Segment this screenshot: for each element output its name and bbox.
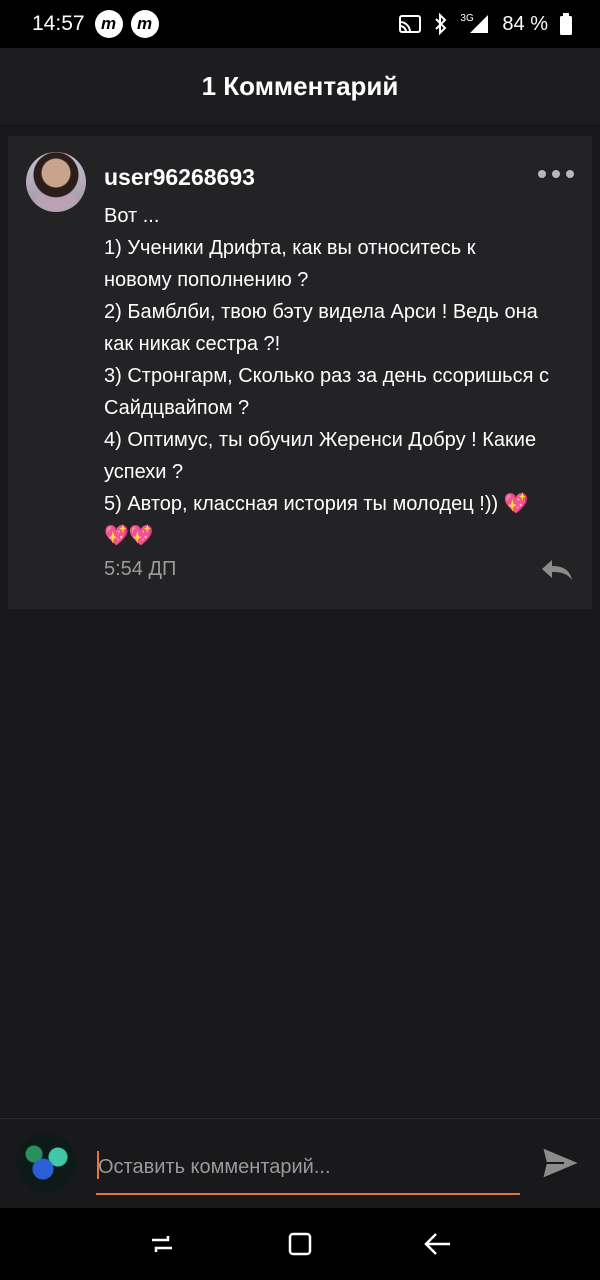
my-avatar <box>16 1133 76 1193</box>
status-time: 14:57 <box>32 12 85 35</box>
back-icon[interactable] <box>422 1228 454 1260</box>
home-icon[interactable] <box>284 1228 316 1260</box>
comment-text: Вот ... 1) Ученики Дрифта, как вы относи… <box>104 200 584 552</box>
recent-apps-icon[interactable] <box>146 1228 178 1260</box>
header: 1 Комментарий <box>0 48 600 126</box>
avatar[interactable] <box>26 152 86 212</box>
status-right: 3G 84 % <box>398 13 572 36</box>
signal-icon: 3G <box>460 13 490 35</box>
bluetooth-icon <box>435 13 447 35</box>
comment-line: 1) Ученики Дрифта, как вы относитесь к <box>104 237 476 259</box>
nav-bar <box>0 1208 600 1280</box>
comment-line: 5) Автор, классная история ты молодец !)… <box>104 493 529 515</box>
status-bar: 14:57 m m 3G 84 % <box>0 0 600 48</box>
comment-line: успехи ? <box>104 461 184 483</box>
battery-icon <box>560 13 572 35</box>
battery-percent: 84 % <box>502 12 548 35</box>
comment-line: 4) Оптимус, ты обучил Жеренси Добру ! Ка… <box>104 429 537 451</box>
cast-icon <box>399 15 422 33</box>
page-title: 1 Комментарий <box>201 71 399 101</box>
comment-line: новому пополнению ? <box>104 269 309 291</box>
send-icon[interactable] <box>540 1143 582 1183</box>
more-dots-icon[interactable] <box>538 168 574 180</box>
comment-timestamp: 5:54 ДП <box>104 558 177 580</box>
comment-line: 💖💖 <box>104 525 154 547</box>
comment-input[interactable] <box>96 1147 520 1195</box>
comment-card: user96268693 Вот ... 1) Ученики Дрифта, … <box>8 136 592 609</box>
comment-line: как никак сестра ?! <box>104 333 281 355</box>
comment-line: 2) Бамблби, твою бэту видела Арси ! Ведь… <box>104 301 538 323</box>
compose-bar <box>0 1118 600 1208</box>
app-notification-icon: m <box>130 10 159 38</box>
app-notification-icon: m <box>94 10 123 38</box>
text-caret <box>97 1151 99 1179</box>
reply-icon[interactable] <box>540 558 574 582</box>
status-left: 14:57 m m <box>32 10 159 38</box>
comment-line: Вот ... <box>104 205 160 227</box>
comment-username[interactable]: user96268693 <box>104 164 255 191</box>
comment-line: Сайдцвайпом ? <box>104 397 250 419</box>
comment-line: 3) Стронгарм, Сколько раз за день ссориш… <box>104 365 549 387</box>
